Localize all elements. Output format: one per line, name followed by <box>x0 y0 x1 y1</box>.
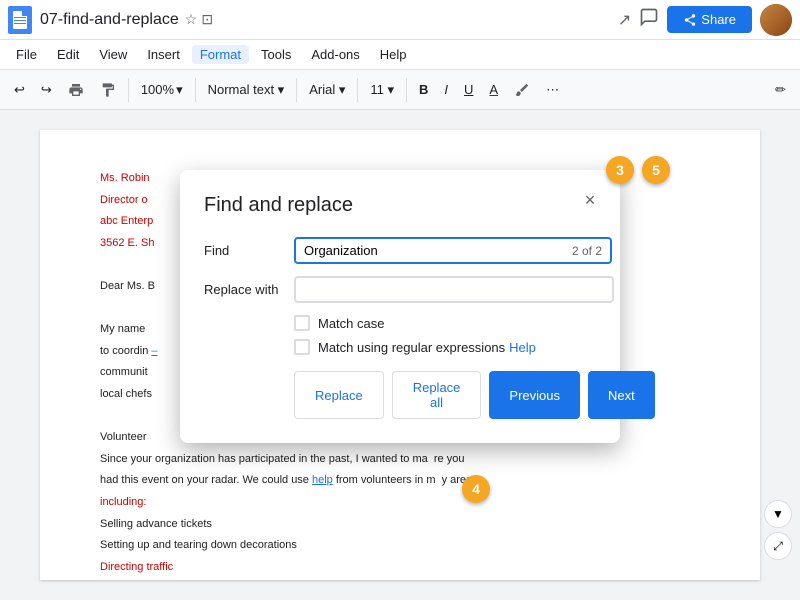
avatar[interactable] <box>760 4 792 36</box>
comment-icon[interactable] <box>639 7 659 32</box>
previous-button[interactable]: Previous <box>489 371 580 419</box>
zoom-select[interactable]: 100% ▾ <box>135 78 189 102</box>
menu-tools[interactable]: Tools <box>253 45 299 64</box>
print-button[interactable] <box>62 78 90 102</box>
redo-button[interactable]: ↪ <box>35 78 58 102</box>
dialog-buttons: Replace Replace all Previous Next <box>294 371 596 419</box>
title-bar: 07-find-and-replace ☆ ⊡ ↗ Share <box>0 0 800 40</box>
edit-icon-button[interactable]: ✏ <box>769 78 792 102</box>
replace-button[interactable]: Replace <box>294 371 384 419</box>
help-link[interactable]: Help <box>509 340 536 355</box>
style-select[interactable]: Normal text ▾ <box>202 78 291 102</box>
next-button[interactable]: Next <box>588 371 655 419</box>
star-icon[interactable]: ☆ <box>185 11 198 28</box>
match-regex-label: Match using regular expressions <box>318 340 505 355</box>
top-icons: ↗ Share <box>618 4 792 36</box>
more-button[interactable]: ⋯ <box>540 78 565 102</box>
find-replace-dialog: 3 Find and replace × 5 Find 2 of 2 Repla… <box>180 170 620 443</box>
replace-all-button[interactable]: Replace all <box>392 371 482 419</box>
close-button[interactable]: × <box>576 186 604 214</box>
menu-addons[interactable]: Add-ons <box>303 45 367 64</box>
line-18: Setting up and tearing down decorations <box>100 537 700 555</box>
find-label: Find <box>204 243 294 258</box>
bold-button[interactable]: B <box>413 78 434 101</box>
menu-insert[interactable]: Insert <box>139 45 188 64</box>
trend-icon[interactable]: ↗ <box>618 10 631 30</box>
toolbar: ↩ ↪ 100% ▾ Normal text ▾ Arial ▾ 11 ▾ B … <box>0 70 800 110</box>
line-16: including: <box>100 494 700 512</box>
dialog-title: Find and replace <box>204 194 596 217</box>
sidebar-right: ▼ ⤢ <box>764 500 792 560</box>
share-button[interactable]: Share <box>667 6 752 33</box>
line-15: had this event on your radar. We could u… <box>100 472 700 490</box>
find-input[interactable] <box>304 243 564 258</box>
find-row: Find 2 of 2 <box>204 237 596 264</box>
share-label: Share <box>701 12 736 27</box>
document-title: 07-find-and-replace <box>40 11 179 29</box>
find-input-wrapper: 2 of 2 <box>294 237 612 264</box>
replace-row: Replace with <box>204 276 596 303</box>
folder-icon[interactable]: ⊡ <box>201 11 213 28</box>
match-case-label: Match case <box>318 316 384 331</box>
menu-bar: File Edit View Insert Format Tools Add-o… <box>0 40 800 70</box>
italic-button[interactable]: I <box>438 78 454 101</box>
menu-view[interactable]: View <box>91 45 135 64</box>
line-17: Selling advance tickets <box>100 516 700 534</box>
menu-edit[interactable]: Edit <box>49 45 87 64</box>
scroll-down-button[interactable]: ▼ <box>764 500 792 528</box>
badge-4: 4 <box>462 475 490 503</box>
badge-5: 5 <box>642 156 670 184</box>
doc-area: Ms. Robin Director o abc Enterp 3562 E. … <box>0 110 800 600</box>
match-regex-row: Match using regular expressions Help <box>294 339 596 355</box>
menu-help[interactable]: Help <box>372 45 415 64</box>
match-case-checkbox[interactable] <box>294 315 310 331</box>
match-regex-checkbox[interactable] <box>294 339 310 355</box>
badge-3: 3 <box>606 156 634 184</box>
expand-button[interactable]: ⤢ <box>764 532 792 560</box>
find-counter: 2 of 2 <box>572 244 602 258</box>
paint-format-button[interactable] <box>94 78 122 102</box>
menu-format[interactable]: Format <box>192 45 249 64</box>
replace-input-wrapper <box>294 276 614 303</box>
doc-icon <box>8 6 32 34</box>
font-size-select[interactable]: 11 ▾ <box>364 78 400 102</box>
underline-button[interactable]: U <box>458 78 479 101</box>
font-select[interactable]: Arial ▾ <box>303 78 351 102</box>
highlight-button[interactable] <box>508 78 536 102</box>
line-14: Since your organization has participated… <box>100 451 700 469</box>
menu-file[interactable]: File <box>8 45 45 64</box>
font-color-button[interactable]: A <box>483 78 504 101</box>
replace-input[interactable] <box>304 282 604 297</box>
replace-label: Replace with <box>204 282 294 297</box>
line-19: Directing traffic <box>100 559 700 577</box>
match-case-row: Match case <box>294 315 596 331</box>
undo-button[interactable]: ↩ <box>8 78 31 102</box>
